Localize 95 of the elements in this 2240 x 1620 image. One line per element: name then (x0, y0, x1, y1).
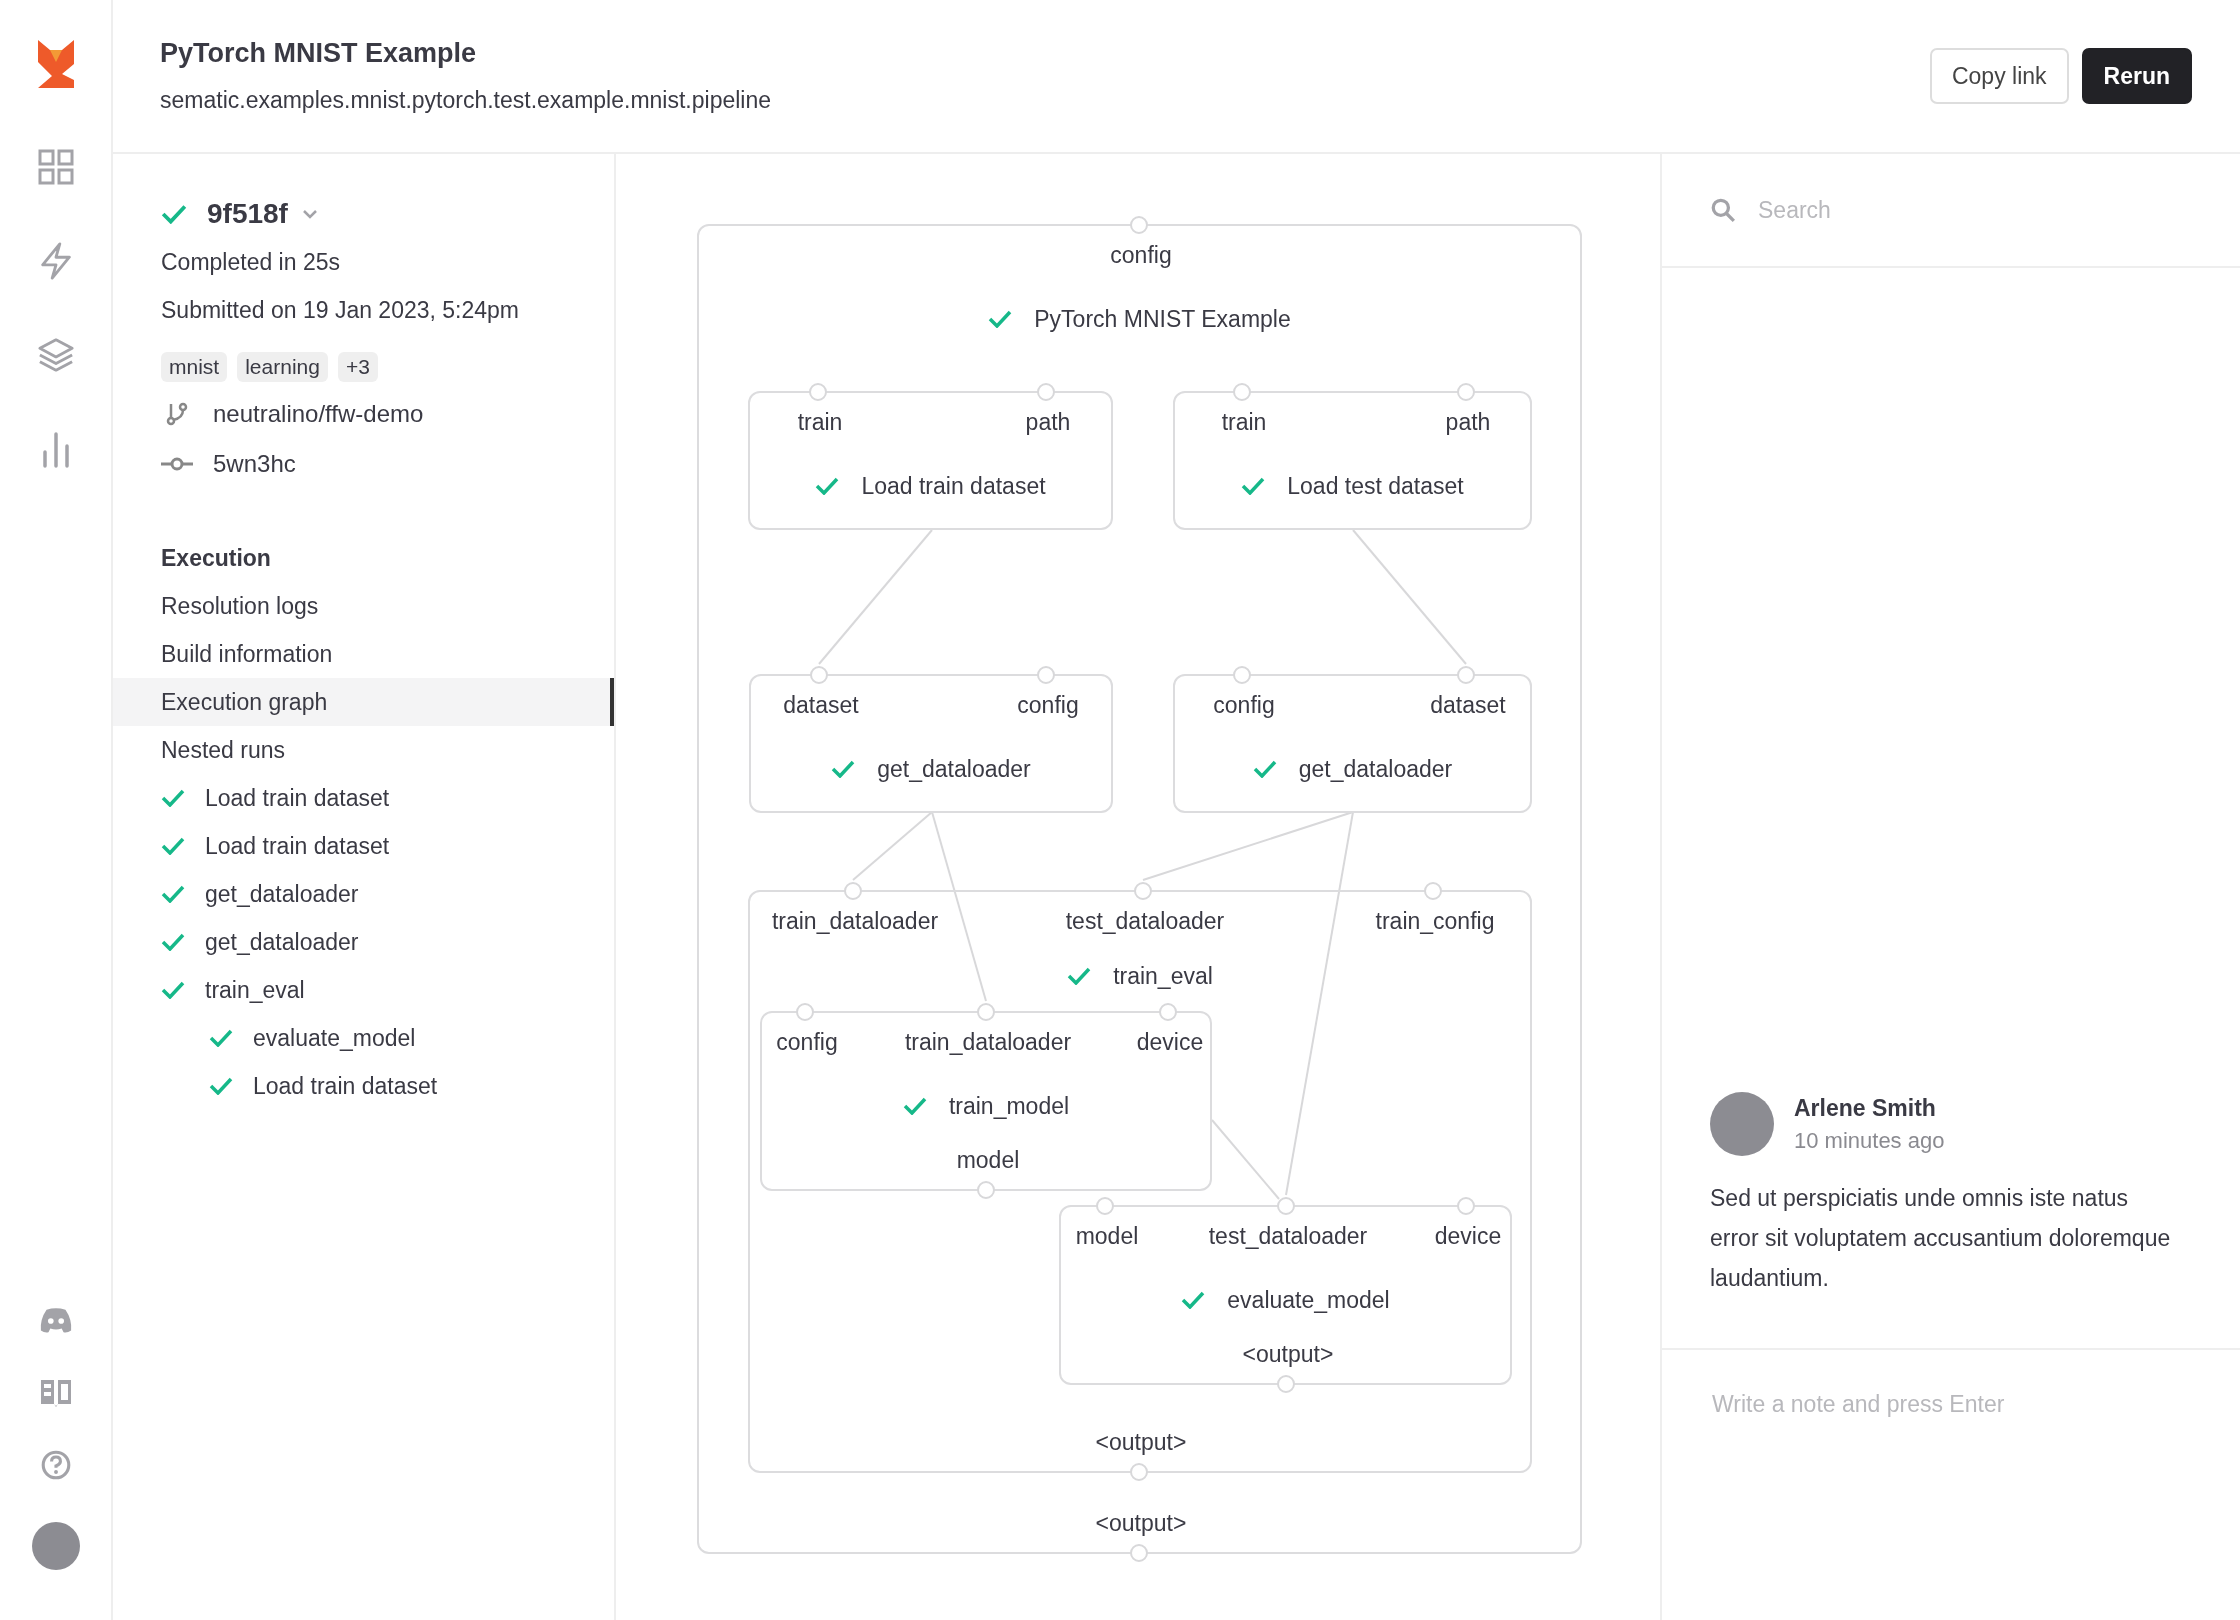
graph-node[interactable]: config dataset get_dataloader (1173, 674, 1532, 813)
input-label: model (1075, 1222, 1139, 1251)
book-icon[interactable] (38, 1378, 73, 1408)
nav-item[interactable]: Execution graph (113, 678, 614, 726)
graph-node[interactable]: model test_dataloader device evaluate_model <output> (1059, 1205, 1512, 1385)
graph-node[interactable]: train path Load test dataset (1173, 391, 1532, 530)
game-controller-icon[interactable] (38, 1306, 73, 1336)
graph-node[interactable]: dataset config get_dataloader (749, 674, 1113, 813)
user-avatar[interactable] (31, 1522, 80, 1570)
nested-run-link[interactable]: Load train dataset (253, 1072, 438, 1100)
pipeline-title: PyTorch MNIST Example (160, 38, 478, 69)
note-field[interactable]: Write a note and press Enter (1710, 1390, 2184, 1419)
graph-node[interactable]: train path Load train dataset (748, 391, 1113, 530)
chevron-down-icon[interactable] (301, 209, 318, 219)
input-port[interactable] (1130, 216, 1148, 234)
input-port[interactable] (1424, 882, 1442, 900)
submitted-date: Submitted on 19 Jan 2023, 5:24pm (160, 296, 521, 325)
input-label: config (1017, 691, 1079, 720)
header-button[interactable]: Copy link (1929, 48, 2069, 104)
input-label: device (1136, 1028, 1204, 1057)
header-button[interactable]: Rerun (2081, 48, 2192, 104)
node-name: Load test dataset (1287, 472, 1464, 501)
nested-run-link[interactable]: get_dataloader (205, 880, 359, 908)
node-name: PyTorch MNIST Example (1034, 305, 1291, 334)
fox-logo[interactable] (37, 40, 74, 88)
output-port[interactable] (977, 1181, 995, 1199)
repository-name: neutralino/ffw-demo (213, 400, 424, 428)
input-port[interactable] (809, 383, 827, 401)
input-port[interactable] (1159, 1003, 1177, 1021)
tag[interactable]: learning (237, 352, 328, 382)
input-port[interactable] (810, 666, 828, 684)
input-port[interactable] (1457, 1197, 1475, 1215)
commit-hash: 5wn3hc (213, 450, 296, 478)
input-label: train (797, 408, 843, 437)
input-label: path (1025, 408, 1071, 437)
nav-item[interactable]: Build information (113, 630, 614, 678)
node-name: get_dataloader (1298, 755, 1453, 784)
tag[interactable]: +3 (337, 352, 378, 382)
input-label: dataset (1430, 691, 1506, 720)
node-name: get_dataloader (877, 755, 1031, 784)
input-label: train_config (1375, 907, 1495, 936)
input-label: train (1221, 408, 1267, 437)
nested-run-link[interactable]: train_eval (205, 976, 305, 1004)
input-label: config (1213, 691, 1275, 720)
output-label: <output> (1242, 1340, 1334, 1369)
input-label: train_dataloader (904, 1028, 1072, 1057)
comment-time: 10 minutes ago (1794, 1127, 1945, 1154)
input-label: train_dataloader (771, 907, 939, 936)
search-icon (1710, 197, 1736, 223)
input-port[interactable] (1037, 666, 1055, 684)
input-port[interactable] (1457, 383, 1475, 401)
input-label: dataset (783, 691, 859, 720)
input-port[interactable] (1096, 1197, 1114, 1215)
search-field[interactable]: Search (1756, 195, 2160, 225)
nav-item[interactable]: Resolution logs (113, 582, 614, 630)
output-label: <output> (1095, 1509, 1187, 1538)
input-port[interactable] (977, 1003, 995, 1021)
input-label: config (776, 1028, 838, 1057)
pipeline-path: sematic.examples.mnist.pytorch.test.example.mnist.pipeline (160, 87, 772, 114)
input-label: path (1445, 408, 1491, 437)
output-port[interactable] (1277, 1375, 1295, 1393)
input-port[interactable] (1457, 666, 1475, 684)
run-duration: Completed in 25s (160, 248, 341, 277)
input-port[interactable] (1277, 1197, 1295, 1215)
output-port[interactable] (1130, 1463, 1148, 1481)
input-port[interactable] (1233, 383, 1251, 401)
input-port[interactable] (1037, 383, 1055, 401)
comment-author: Arlene Smith (1794, 1094, 1937, 1122)
input-port[interactable] (1233, 666, 1251, 684)
input-port[interactable] (844, 882, 862, 900)
node-name: evaluate_model (1227, 1286, 1390, 1315)
section-heading: Execution (160, 544, 272, 573)
input-port[interactable] (1134, 882, 1152, 900)
nested-run-link[interactable]: Load train dataset (205, 784, 390, 812)
nav-item[interactable]: Nested runs (113, 726, 614, 774)
nested-run-link[interactable]: evaluate_model (253, 1024, 416, 1052)
input-label: test_dataloader (1065, 907, 1225, 936)
node-name: train_model (948, 1092, 1070, 1121)
input-label: config (1110, 241, 1172, 270)
input-label: device (1434, 1222, 1502, 1251)
layers-icon[interactable] (37, 336, 74, 374)
comment-text: Sed ut perspiciatis unde omnis iste natus error sit voluptatem accusantium doloremque laudantium. (1710, 1184, 2172, 1293)
output-label: model (956, 1146, 1020, 1175)
nested-run-link[interactable]: Load train dataset (205, 832, 390, 860)
input-port[interactable] (796, 1003, 814, 1021)
graph-node[interactable]: config train_dataloader device train_model model (760, 1011, 1212, 1191)
output-label: <output> (1095, 1428, 1187, 1457)
run-id: 9f518f (207, 198, 288, 230)
input-label: test_dataloader (1208, 1222, 1368, 1251)
tag[interactable]: mnist (161, 352, 228, 382)
node-name: Load train dataset (861, 472, 1046, 501)
output-port[interactable] (1130, 1544, 1148, 1562)
node-name: train_eval (1113, 962, 1213, 991)
nested-run-link[interactable]: get_dataloader (205, 928, 359, 956)
grid-icon[interactable] (37, 148, 74, 186)
